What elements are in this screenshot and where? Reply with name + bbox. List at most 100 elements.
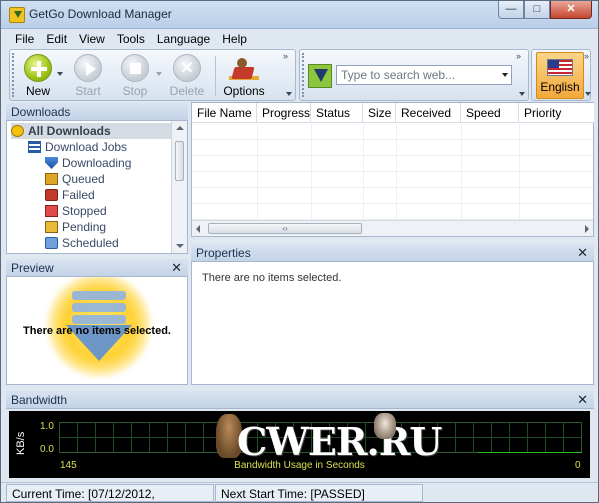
scheduled-icon	[45, 237, 58, 249]
start-label: Start	[75, 84, 101, 98]
all-downloads-icon	[11, 125, 24, 137]
stop-dropdown-arrow[interactable]	[156, 72, 162, 76]
toolbar-separator	[215, 56, 216, 96]
queued-icon	[45, 173, 58, 185]
delete-icon: ✕	[173, 54, 201, 82]
tree-vertical-scrollbar[interactable]	[171, 121, 187, 253]
search-toolbar: »	[299, 49, 529, 101]
options-button[interactable]: Options	[220, 52, 268, 99]
new-button[interactable]: New	[16, 52, 60, 99]
start-button[interactable]: Start	[66, 52, 110, 99]
window-title: GetGo Download Manager	[29, 7, 172, 21]
column-divider	[311, 124, 312, 220]
column-divider	[363, 124, 364, 220]
column-divider	[396, 124, 397, 220]
options-icon	[229, 54, 259, 82]
delete-button[interactable]: ✕ Delete	[165, 52, 209, 99]
bandwidth-close-icon[interactable]: ✕	[577, 392, 588, 408]
language-overflow-icon[interactable]: »	[584, 52, 589, 61]
table-horizontal-scrollbar[interactable]: ‹›	[192, 220, 593, 236]
window-controls: — □ ✕	[498, 1, 592, 21]
maximize-button[interactable]: □	[524, 1, 550, 19]
us-flag-icon	[547, 59, 573, 76]
downloads-panel-title: Downloads	[11, 105, 71, 119]
horizontal-scrollbar-thumb[interactable]: ‹›	[208, 223, 362, 234]
toolbar-grip[interactable]	[12, 53, 14, 97]
properties-panel-title: Properties	[196, 246, 251, 260]
current-time-status: Current Time: [07/12/2012, 18:20:58]	[6, 484, 214, 502]
table-header: File Name Progress Status Size Received …	[192, 103, 594, 123]
getgo-logo-icon[interactable]	[308, 64, 332, 88]
properties-panel: There are no items selected.	[191, 262, 594, 385]
main-window: GetGo Download Manager — □ ✕ File Edit V…	[0, 0, 599, 503]
bandwidth-y-unit: KB/s	[15, 431, 27, 455]
search-customize-arrow[interactable]	[519, 92, 525, 96]
column-divider	[519, 124, 520, 220]
toolbar-overflow-icon[interactable]: »	[283, 52, 288, 61]
downloads-panel-header: Downloads	[6, 103, 188, 121]
menu-tools[interactable]: Tools	[111, 30, 151, 48]
search-dropdown-arrow[interactable]	[502, 73, 508, 77]
bandwidth-panel-title: Bandwidth	[11, 393, 68, 407]
pending-icon	[45, 221, 58, 233]
bandwidth-y-tick-min: 0.0	[40, 444, 54, 455]
bandwidth-usage-line	[478, 452, 582, 453]
menu-help[interactable]: Help	[216, 30, 253, 48]
menu-edit[interactable]: Edit	[40, 30, 73, 48]
scroll-up-icon[interactable]	[176, 126, 184, 130]
menu-view[interactable]: View	[73, 30, 111, 48]
scroll-down-icon[interactable]	[176, 244, 184, 248]
menu-file[interactable]: File	[9, 30, 40, 48]
language-label: English	[540, 80, 580, 94]
preview-close-icon[interactable]: ✕	[171, 260, 182, 276]
search-overflow-icon[interactable]: »	[516, 52, 521, 61]
preview-panel: There are no items selected.	[6, 277, 188, 385]
failed-icon	[45, 189, 58, 201]
app-logo-icon	[9, 7, 25, 23]
menu-language[interactable]: Language	[151, 30, 216, 48]
language-customize-arrow[interactable]	[585, 92, 591, 96]
bandwidth-y-tick-max: 1.0	[40, 421, 54, 432]
watermark-figure-right	[374, 413, 396, 439]
title-bar: GetGo Download Manager — □ ✕	[1, 1, 598, 29]
tree-item-all-downloads[interactable]: All Downloads	[11, 123, 171, 139]
search-input[interactable]	[336, 65, 512, 85]
bandwidth-panel-header: Bandwidth ✕	[6, 391, 594, 409]
close-button[interactable]: ✕	[550, 1, 592, 19]
bandwidth-x-right: 0	[575, 460, 581, 471]
play-icon	[74, 54, 102, 82]
column-priority[interactable]: Priority	[519, 103, 594, 123]
preview-panel-header: Preview ✕	[6, 259, 188, 277]
downloads-tree: All Downloads Download Jobs Downloading …	[6, 121, 188, 254]
language-button[interactable]: English	[536, 52, 584, 99]
column-progress[interactable]: Progress	[257, 103, 311, 123]
column-size[interactable]: Size	[363, 103, 396, 123]
options-label: Options	[223, 84, 265, 98]
properties-close-icon[interactable]: ✕	[577, 245, 588, 261]
column-divider	[257, 124, 258, 220]
delete-label: Delete	[169, 84, 205, 98]
preview-message: There are no items selected.	[23, 325, 171, 337]
download-jobs-icon	[28, 141, 41, 153]
new-dropdown-arrow[interactable]	[57, 72, 63, 76]
scroll-right-icon[interactable]	[585, 225, 589, 233]
table-rows-area[interactable]	[192, 124, 593, 220]
stop-button[interactable]: Stop	[113, 52, 157, 99]
preview-panel-title: Preview	[11, 261, 54, 275]
stopped-icon	[45, 205, 58, 217]
main-toolbar: New Start Stop ✕ Delete Options »	[9, 49, 296, 101]
column-received[interactable]: Received	[396, 103, 461, 123]
column-status[interactable]: Status	[311, 103, 363, 123]
bandwidth-graph: KB/s 1.0 0.0 CWER.RU 145 Bandwidth Usage…	[9, 411, 590, 478]
column-divider	[461, 124, 462, 220]
properties-panel-header: Properties ✕	[191, 244, 594, 262]
scroll-left-icon[interactable]	[196, 225, 200, 233]
scrollbar-thumb[interactable]	[175, 141, 184, 181]
column-speed[interactable]: Speed	[461, 103, 519, 123]
menu-bar: File Edit View Tools Language Help	[9, 30, 253, 48]
minimize-button[interactable]: —	[498, 1, 524, 19]
search-toolbar-grip[interactable]	[302, 53, 304, 97]
toolbar-customize-arrow[interactable]	[286, 92, 292, 96]
column-file-name[interactable]: File Name	[192, 103, 257, 123]
properties-message: There are no items selected.	[202, 272, 342, 284]
